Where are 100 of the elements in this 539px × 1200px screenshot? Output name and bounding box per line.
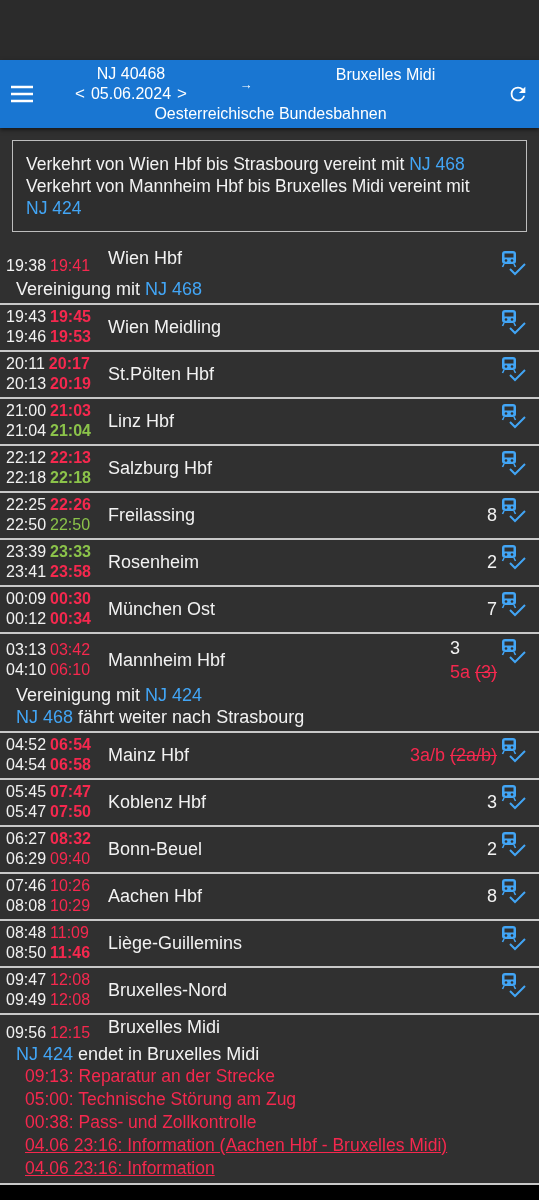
station-name: Freilassing — [108, 504, 197, 526]
actual-time: 20:19 — [50, 375, 91, 392]
next-day-button[interactable]: > — [175, 84, 189, 104]
stop-row[interactable]: 00:09 00:30 00:12 00:34 München Ost 7 — [0, 585, 539, 632]
train-check-icon[interactable] — [501, 403, 527, 431]
scheduled-time: 21:04 — [6, 422, 47, 439]
stop-row[interactable]: 05:45 07:47 05:47 07:50 Koblenz Hbf 3 — [0, 778, 539, 825]
train-check-icon[interactable] — [501, 737, 527, 765]
train-check-icon[interactable] — [501, 309, 527, 337]
note-text: Vereinigung mit NJ 424 — [16, 684, 204, 706]
scheduled-time: 19:38 — [6, 257, 47, 274]
scheduled-time: 22:50 — [6, 516, 47, 533]
scheduled-time: 08:08 — [6, 897, 47, 914]
note-text: Vereinigung mit NJ 468 — [16, 278, 204, 300]
actual-time: 06:54 — [50, 736, 91, 753]
scheduled-time: 20:11 — [6, 355, 45, 372]
station-name: Mainz Hbf — [108, 744, 191, 766]
actual-time: 19:45 — [50, 308, 91, 325]
scheduled-time: 00:12 — [6, 610, 47, 627]
station-name: Wien Hbf — [108, 248, 184, 269]
train-check-icon[interactable] — [501, 638, 527, 666]
station-name: Wien Meidling — [108, 316, 223, 338]
train-check-icon[interactable] — [501, 972, 527, 1000]
train-check-icon[interactable] — [501, 544, 527, 572]
scheduled-time: 05:45 — [6, 783, 47, 800]
station-name: Koblenz Hbf — [108, 791, 208, 813]
message-text: 00:38: Pass- und Zollkontrolle — [25, 1111, 258, 1134]
stop-row[interactable]: 04:52 06:54 04:54 06:58 Mainz Hbf 3a/b (2a/b) — [0, 731, 539, 778]
actual-time: 00:30 — [50, 590, 91, 607]
train-link[interactable]: NJ 424 — [16, 1044, 74, 1064]
train-check-icon[interactable] — [501, 878, 527, 906]
train-check-icon[interactable] — [501, 250, 527, 278]
stop-row[interactable]: 03:13 03:42 04:10 06:10 Mannheim Hbf 3 5a (3) Vereinigung mit NJ 424 NJ 468 fährt weiter nach Strasbourg — [0, 632, 539, 731]
actual-time: 23:58 — [50, 563, 91, 580]
scheduled-time: 07:46 — [6, 877, 47, 894]
station-name: St.Pölten Hbf — [108, 363, 216, 385]
actual-time: 00:34 — [50, 610, 91, 627]
scheduled-time: 09:56 — [6, 1024, 47, 1041]
stop-row[interactable]: 08:48 11:09 08:50 11:46 Liège-Guillemins — [0, 919, 539, 966]
platform: 2 — [487, 551, 497, 574]
station-name: Salzburg Hbf — [108, 457, 214, 479]
scheduled-time: 19:46 — [6, 328, 47, 345]
platform: 8 — [487, 885, 497, 908]
stop-row[interactable]: 22:12 22:13 22:18 22:18 Salzburg Hbf — [0, 444, 539, 491]
platform: 2 — [487, 838, 497, 861]
train-check-icon[interactable] — [501, 497, 527, 525]
scheduled-time: 06:27 — [6, 830, 47, 847]
platform: 5a (3) — [449, 661, 497, 684]
scheduled-time: 09:47 — [6, 971, 47, 988]
scheduled-time: 04:10 — [6, 661, 47, 678]
train-check-icon[interactable] — [501, 450, 527, 478]
platform: 3 — [449, 637, 460, 660]
train-check-icon[interactable] — [501, 591, 527, 619]
platform: 8 — [487, 504, 497, 527]
train-link[interactable]: NJ 468 — [16, 707, 74, 727]
train-check-icon[interactable] — [501, 356, 527, 384]
station-name: Aachen Hbf — [108, 885, 204, 907]
scheduled-time: 08:48 — [6, 924, 47, 941]
actual-time: 11:09 — [50, 924, 89, 941]
stop-row[interactable]: 07:46 10:26 08:08 10:29 Aachen Hbf 8 — [0, 872, 539, 919]
scheduled-time: 22:18 — [6, 469, 47, 486]
info-text: Verkehrt von Mannheim Hbf bis Bruxelles Midi vereint mit NJ 424 — [26, 175, 471, 219]
station-name: Bruxelles-Nord — [108, 979, 229, 1001]
train-link[interactable]: NJ 468 — [409, 154, 465, 174]
stop-row[interactable]: 06:27 08:32 06:29 09:40 Bonn-Beuel 2 — [0, 825, 539, 872]
stop-row[interactable]: 22:25 22:26 22:50 22:50 Freilassing 8 — [0, 491, 539, 538]
train-link[interactable]: NJ 468 — [145, 279, 203, 299]
station-name: München Ost — [108, 598, 217, 620]
stop-row[interactable]: 21:00 21:03 21:04 21:04 Linz Hbf — [0, 397, 539, 444]
platform: 7 — [487, 598, 497, 621]
operator: Oesterreichische Bundesbahnen — [154, 104, 387, 124]
scheduled-time: 21:00 — [6, 402, 47, 419]
train-check-icon[interactable] — [501, 831, 527, 859]
note-text: NJ 468 fährt weiter nach Strasbourg — [16, 706, 306, 728]
train-link[interactable]: NJ 424 — [145, 685, 203, 705]
train-check-icon[interactable] — [501, 925, 527, 953]
scheduled-time: 04:54 — [6, 756, 47, 773]
actual-time: 12:08 — [50, 971, 91, 988]
actual-time: 21:04 — [50, 422, 91, 439]
platform: 3a/b (2a/b) — [409, 744, 497, 767]
message-text: 05:00: Technische Störung am Zug — [25, 1088, 298, 1111]
stop-row[interactable]: 19:38 19:41 Wien Hbf Vereinigung mit NJ 468 — [0, 246, 539, 303]
note-text: NJ 424 endet in Bruxelles Midi — [16, 1043, 261, 1065]
actual-time: 12:15 — [50, 1024, 91, 1041]
train-check-icon[interactable] — [501, 784, 527, 812]
stop-row[interactable]: 09:47 12:08 09:49 12:08 Bruxelles-Nord — [0, 966, 539, 1013]
stop-row[interactable]: 19:43 19:45 19:46 19:53 Wien Meidling — [0, 303, 539, 350]
train-link[interactable]: NJ 424 — [26, 198, 82, 218]
actual-time: 21:03 — [50, 402, 91, 419]
stop-row[interactable]: 23:39 23:33 23:41 23:58 Rosenheim 2 — [0, 538, 539, 585]
scheduled-time: 22:25 — [6, 496, 47, 513]
stop-row[interactable]: 20:11 20:17 20:13 20:19 St.Pölten Hbf — [0, 350, 539, 397]
actual-time: 11:46 — [50, 944, 91, 961]
previous-day-button[interactable]: < — [73, 84, 87, 104]
actual-time: 10:29 — [50, 897, 91, 914]
station-name: Linz Hbf — [108, 410, 176, 432]
actual-time: 08:32 — [50, 830, 91, 847]
station-name: Bonn-Beuel — [108, 838, 204, 860]
actual-time: 10:26 — [50, 877, 91, 894]
actual-time: 09:40 — [50, 850, 91, 867]
